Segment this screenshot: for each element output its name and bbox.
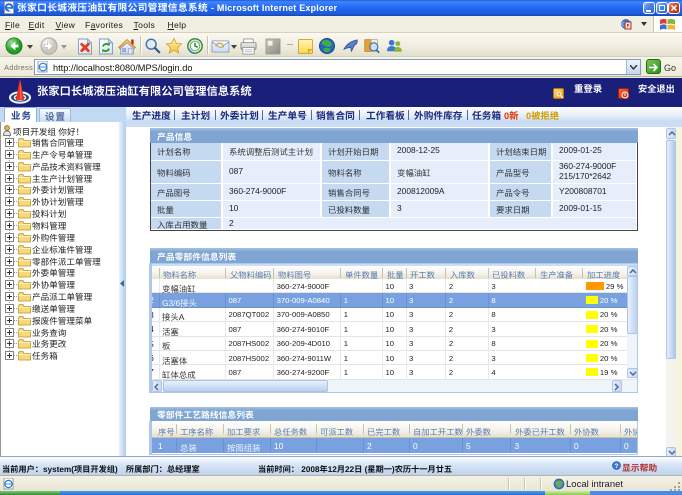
svg-text:?: ? [615,463,619,470]
